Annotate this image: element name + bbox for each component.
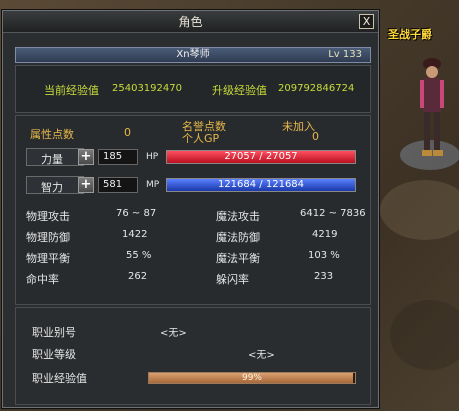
- character-name-bar: Xn琴师 Lv 133: [15, 47, 371, 63]
- mag-def-label: 魔法防御: [216, 231, 260, 244]
- close-button[interactable]: X: [359, 14, 374, 29]
- job-exp-label: 职业经验值: [32, 372, 87, 385]
- strength-label: 力量: [41, 153, 63, 166]
- mag-bal-value: 103 %: [308, 250, 340, 261]
- phys-def-value: 1422: [122, 229, 148, 240]
- phys-bal-label: 物理平衡: [26, 252, 70, 265]
- window-title: 角色: [178, 15, 203, 29]
- intelligence-label: 智力: [41, 181, 63, 194]
- strength-label-box: 力量: [26, 148, 84, 166]
- stats-panel: 属性点数 0 名誉点数 个人GP 未加入 0 力量 + 185 HP 27057…: [15, 115, 371, 305]
- character-level: Lv 133: [328, 49, 362, 60]
- job-grade-label: 职业等级: [32, 348, 76, 361]
- mag-atk-label: 魔法攻击: [216, 210, 260, 223]
- mag-bal-label: 魔法平衡: [216, 252, 260, 265]
- intelligence-label-box: 智力: [26, 176, 84, 194]
- character-window: 角色 X Xn琴师 Lv 133 当前经验值 25403192470 升级经验值…: [2, 10, 379, 408]
- job-panel: 职业别号 <无> 职业等级 <无> 职业经验值 99%: [15, 307, 371, 405]
- attribute-points-label: 属性点数: [30, 128, 74, 141]
- hp-bar: 27057 / 27057: [166, 150, 356, 164]
- npc-name-label: 圣战子爵: [388, 28, 432, 41]
- experience-panel: 当前经验值 25403192470 升级经验值 209792846724: [15, 65, 371, 113]
- intelligence-value: 581: [98, 177, 138, 193]
- personal-gp-label: 个人GP: [182, 132, 220, 145]
- phys-def-label: 物理防御: [26, 231, 70, 244]
- levelup-exp-value: 209792846724: [278, 83, 355, 94]
- guild-points-value: 0: [312, 130, 319, 143]
- dodge-rate-value: 233: [314, 271, 334, 282]
- dodge-rate-label: 躲闪率: [216, 273, 249, 286]
- mag-atk-value: 6412 ~ 7836: [300, 208, 366, 219]
- character-name: Xn琴师: [176, 49, 210, 60]
- mp-label: MP: [146, 180, 160, 190]
- phys-atk-label: 物理攻击: [26, 210, 70, 223]
- strength-value: 185: [98, 149, 138, 165]
- mp-bar-text: 121684 / 121684: [217, 179, 305, 190]
- phys-atk-value: 76 ~ 87: [116, 208, 157, 219]
- job-exp-text: 99%: [241, 373, 262, 383]
- hit-rate-value: 262: [128, 271, 148, 282]
- current-exp-label: 当前经验值: [44, 84, 99, 97]
- guild-status-label: 未加入: [282, 120, 315, 133]
- job-exp-bar: 99%: [148, 372, 356, 384]
- levelup-exp-label: 升级经验值: [212, 84, 267, 97]
- hp-label: HP: [146, 152, 159, 162]
- phys-bal-value: 55 %: [126, 250, 152, 261]
- hit-rate-label: 命中率: [26, 273, 59, 286]
- hp-bar-text: 27057 / 27057: [224, 151, 298, 162]
- mp-bar: 121684 / 121684: [166, 178, 356, 192]
- job-alias-label: 职业别号: [32, 326, 76, 339]
- intelligence-plus-button[interactable]: +: [78, 177, 94, 193]
- mag-def-value: 4219: [312, 229, 338, 240]
- strength-plus-button[interactable]: +: [78, 149, 94, 165]
- npc-character-sprite[interactable]: [412, 52, 452, 162]
- current-exp-value: 25403192470: [112, 83, 182, 94]
- attribute-points-value: 0: [124, 126, 131, 139]
- job-alias-value: <无>: [160, 328, 187, 339]
- job-grade-value: <无>: [248, 350, 275, 361]
- window-titlebar[interactable]: 角色 X: [3, 11, 378, 33]
